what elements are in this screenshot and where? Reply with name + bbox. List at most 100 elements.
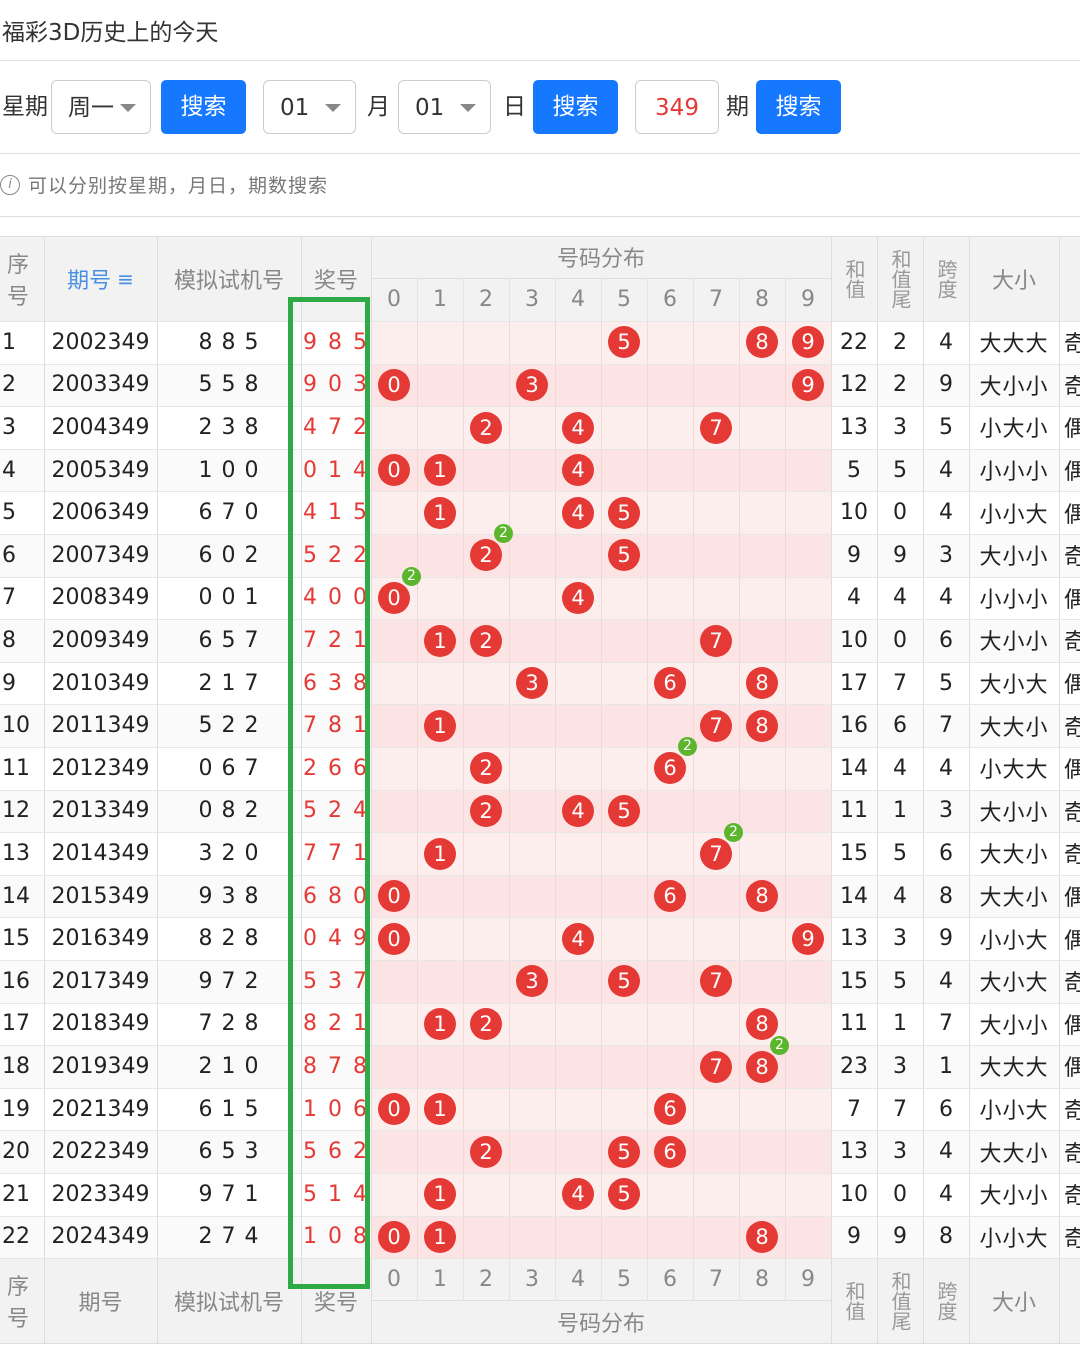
row-sum: 15 xyxy=(840,840,868,866)
row-size: 大大小 xyxy=(979,1141,1049,1167)
row-sum-tail: 0 xyxy=(893,1181,907,1207)
row-seq: 20 xyxy=(2,1139,30,1165)
row-sim: 2 1 7 xyxy=(198,670,260,696)
row-odd-even: 偶 xyxy=(1064,673,1080,699)
row-seq: 19 xyxy=(2,1096,30,1122)
row-seq: 5 xyxy=(2,500,16,526)
footer-digit: 1 xyxy=(433,1266,447,1292)
number-ball: 1 xyxy=(424,1007,456,1040)
row-sum-tail: 1 xyxy=(893,798,907,824)
row-sim: 6 5 7 xyxy=(198,627,260,653)
row-odd-even: 奇 xyxy=(1064,630,1080,656)
row-span: 9 xyxy=(939,926,953,952)
footer-span: 跨度 xyxy=(934,1280,958,1321)
row-seq: 21 xyxy=(2,1181,30,1207)
row-period: 2008349 xyxy=(51,585,150,611)
row-sum: 13 xyxy=(840,1139,868,1165)
chevron-down-icon xyxy=(325,104,341,112)
weekday-search-button[interactable]: 搜索 xyxy=(161,80,246,134)
row-sum: 11 xyxy=(840,1011,868,1037)
number-ball: 1 xyxy=(424,709,456,742)
row-sum: 15 xyxy=(840,968,868,994)
row-seq: 8 xyxy=(2,627,16,653)
issue-search-button[interactable]: 搜索 xyxy=(756,80,841,134)
row-period: 2022349 xyxy=(51,1139,150,1165)
month-value: 01 xyxy=(280,95,310,121)
header-digit: 0 xyxy=(387,287,401,312)
row-seq: 7 xyxy=(2,585,16,611)
row-size: 小小大 xyxy=(979,1226,1049,1252)
row-sim: 0 6 7 xyxy=(198,755,260,781)
footer-sim: 模拟试机号 xyxy=(173,1290,284,1316)
row-sim: 7 2 8 xyxy=(198,1011,260,1037)
month-select[interactable]: 01 xyxy=(263,80,356,134)
row-span: 7 xyxy=(939,1011,953,1037)
row-span: 5 xyxy=(939,670,953,696)
number-ball: 5 xyxy=(608,794,640,827)
number-ball: 5 xyxy=(608,1135,640,1168)
weekday-label: 星期 xyxy=(2,94,48,120)
repeat-badge: 2 xyxy=(724,822,743,842)
row-odd-even: 偶 xyxy=(1064,587,1080,613)
row-span: 4 xyxy=(939,457,953,483)
header-period[interactable]: 期号 ≡ xyxy=(44,236,157,321)
row-seq: 16 xyxy=(2,968,30,994)
issue-input[interactable]: 349 xyxy=(635,80,719,134)
number-ball: 0 xyxy=(378,922,410,955)
row-span: 3 xyxy=(939,798,953,824)
row-odd-even: 奇 xyxy=(1064,332,1080,358)
row-size: 小大大 xyxy=(979,758,1049,784)
row-sum: 9 xyxy=(847,1224,861,1250)
row-sum: 10 xyxy=(840,500,868,526)
filter-bar: 星期 周一 搜索 01 月 01 日 搜索 349 期 搜索 xyxy=(0,61,1080,154)
row-seq: 12 xyxy=(2,798,30,824)
number-ball: 5 xyxy=(608,496,640,529)
number-ball: 6 xyxy=(654,880,686,913)
header-digit: 2 xyxy=(479,287,493,312)
row-period: 2023349 xyxy=(51,1181,150,1207)
row-odd-even: 偶 xyxy=(1064,928,1080,954)
number-ball: 6 xyxy=(654,667,686,700)
row-size: 大大小 xyxy=(979,715,1049,741)
footer-size: 大小 xyxy=(991,1290,1036,1316)
row-period: 2021349 xyxy=(51,1096,150,1122)
row-seq: 10 xyxy=(2,713,30,739)
row-odd-even: 奇 xyxy=(1064,1184,1080,1210)
row-sum-tail: 4 xyxy=(893,585,907,611)
row-sum-tail: 6 xyxy=(893,713,907,739)
header-size: 大小 xyxy=(991,268,1036,294)
number-ball: 0 xyxy=(378,581,410,614)
title-bar: 福彩3D历史上的今天 xyxy=(0,0,1080,61)
row-size: 大小大 xyxy=(979,971,1049,997)
row-sum: 4 xyxy=(847,585,861,611)
row-sim: 2 7 4 xyxy=(198,1224,260,1250)
footer-digit: 5 xyxy=(617,1266,631,1292)
row-seq: 11 xyxy=(2,755,30,781)
number-ball: 1 xyxy=(424,496,456,529)
row-sum: 17 xyxy=(840,670,868,696)
row-sim: 0 0 1 xyxy=(198,585,260,611)
day-select[interactable]: 01 xyxy=(398,80,491,134)
number-ball: 1 xyxy=(424,1093,456,1126)
row-divider[interactable] xyxy=(0,1343,1080,1344)
weekday-select[interactable]: 周一 xyxy=(51,80,151,134)
row-span: 8 xyxy=(939,1224,953,1250)
row-seq: 18 xyxy=(2,1053,30,1079)
row-span: 6 xyxy=(939,1096,953,1122)
header-digit: 6 xyxy=(663,287,677,312)
row-period: 2003349 xyxy=(51,372,150,398)
row-sum-tail: 7 xyxy=(893,1096,907,1122)
row-odd-even: 偶 xyxy=(1064,1013,1080,1039)
row-size: 大小小 xyxy=(979,1184,1049,1210)
row-span: 9 xyxy=(939,372,953,398)
date-search-button[interactable]: 搜索 xyxy=(533,80,618,134)
number-ball: 2 xyxy=(470,794,502,827)
sort-icon[interactable]: ≡ xyxy=(117,267,134,291)
footer-digit: 2 xyxy=(479,1266,493,1292)
row-sum: 12 xyxy=(840,372,868,398)
row-odd-even: 偶 xyxy=(1064,886,1080,912)
month-label: 月 xyxy=(367,94,390,120)
row-span: 3 xyxy=(939,542,953,568)
hint-text: 可以分别按星期，月日，期数搜索 xyxy=(28,175,329,197)
row-sim: 8 8 5 xyxy=(198,329,260,355)
